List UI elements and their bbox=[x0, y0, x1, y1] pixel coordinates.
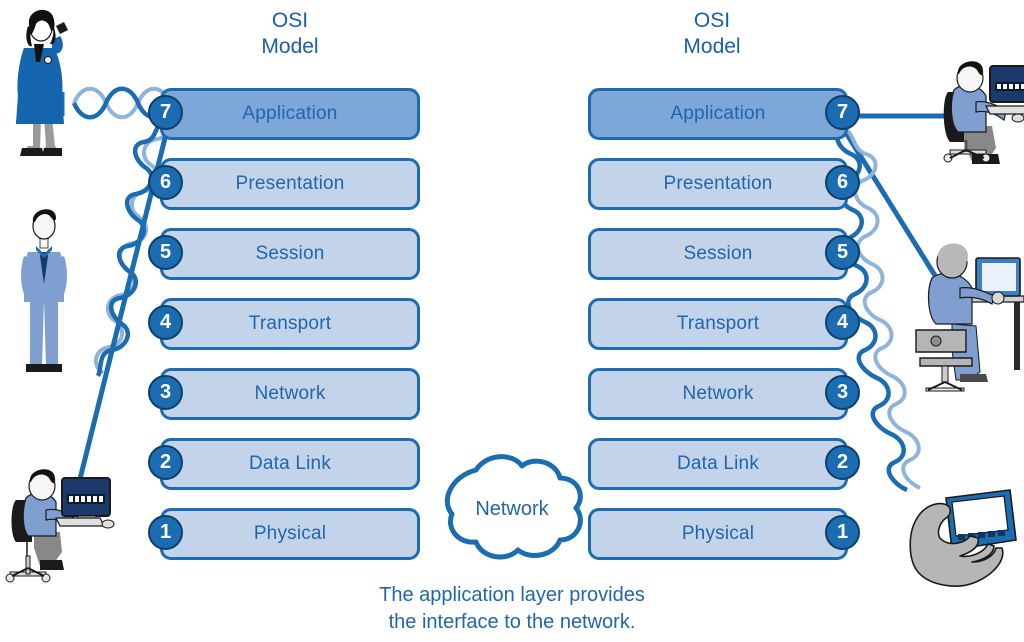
osi-layer-box-application[interactable]: Application bbox=[588, 88, 848, 140]
figure-woman-on-phone bbox=[16, 9, 68, 156]
osi-layer-box-network[interactable]: Network bbox=[588, 368, 848, 420]
osi-layer-number-badge: 6 bbox=[148, 165, 183, 200]
osi-layer-row-right-3[interactable]: Network 3 bbox=[588, 368, 860, 420]
osi-layer-label: Physical bbox=[681, 523, 755, 544]
osi-layer-label: Physical bbox=[253, 523, 327, 544]
osi-layer-row-right-7[interactable]: Application 7 bbox=[588, 88, 860, 140]
osi-layer-label: Application bbox=[242, 103, 338, 124]
osi-stack-left: Application 7 Presentation 6 Session 5 Transpo… bbox=[148, 88, 420, 566]
osi-layer-number-badge: 1 bbox=[825, 515, 860, 550]
figure-person-at-desktop-left bbox=[5, 469, 115, 583]
page-title-left: OSI Model bbox=[261, 9, 319, 58]
osi-layer-label: Data Link bbox=[248, 453, 332, 474]
osi-layer-label: Transport bbox=[248, 313, 332, 334]
osi-layer-label: Session bbox=[255, 243, 325, 264]
osi-layer-row-right-1[interactable]: Physical 1 bbox=[588, 508, 860, 560]
osi-layer-label: Presentation bbox=[235, 173, 345, 194]
osi-layer-label: Application bbox=[670, 103, 766, 124]
figure-person-at-desktop-right bbox=[943, 61, 1024, 164]
osi-layer-number-badge: 4 bbox=[148, 305, 183, 340]
osi-layer-box-physical[interactable]: Physical bbox=[160, 508, 420, 560]
osi-layer-row-left-3[interactable]: Network 3 bbox=[148, 368, 420, 420]
osi-layer-row-left-6[interactable]: Presentation 6 bbox=[148, 158, 420, 210]
osi-layer-row-right-6[interactable]: Presentation 6 bbox=[588, 158, 860, 210]
osi-layer-box-transport[interactable]: Transport bbox=[588, 298, 848, 350]
osi-layer-row-right-4[interactable]: Transport 4 bbox=[588, 298, 860, 350]
osi-layer-box-physical[interactable]: Physical bbox=[588, 508, 848, 560]
osi-layer-label: Presentation bbox=[663, 173, 773, 194]
network-cloud-label: Network bbox=[475, 498, 549, 520]
osi-layer-label: Session bbox=[683, 243, 753, 264]
osi-layer-number-badge: 5 bbox=[148, 235, 183, 270]
osi-layer-box-presentation[interactable]: Presentation bbox=[588, 158, 848, 210]
osi-layer-number-badge: 6 bbox=[825, 165, 860, 200]
osi-layer-number-badge: 2 bbox=[148, 445, 183, 480]
figure-person-at-desk-right bbox=[915, 243, 1024, 392]
osi-layer-label: Transport bbox=[676, 313, 760, 334]
osi-layer-box-application[interactable]: Application bbox=[160, 88, 420, 140]
osi-layer-row-left-1[interactable]: Physical 1 bbox=[148, 508, 420, 560]
osi-layer-box-presentation[interactable]: Presentation bbox=[160, 158, 420, 210]
osi-layer-label: Network bbox=[254, 383, 326, 404]
osi-layer-number-badge: 7 bbox=[148, 95, 183, 130]
osi-layer-label: Data Link bbox=[676, 453, 760, 474]
osi-layer-row-left-5[interactable]: Session 5 bbox=[148, 228, 420, 280]
osi-layer-box-session[interactable]: Session bbox=[160, 228, 420, 280]
osi-layer-number-badge: 3 bbox=[148, 375, 183, 410]
diagram-caption: The application layer provides the inter… bbox=[379, 584, 645, 633]
osi-layer-row-left-7[interactable]: Application 7 bbox=[148, 88, 420, 140]
osi-layer-number-badge: 4 bbox=[825, 305, 860, 340]
osi-layer-box-data-link[interactable]: Data Link bbox=[588, 438, 848, 490]
osi-layer-box-data-link[interactable]: Data Link bbox=[160, 438, 420, 490]
osi-model-diagram: OSI Model OSI Model Application 7 Presenta… bbox=[0, 0, 1024, 642]
osi-layer-row-right-2[interactable]: Data Link 2 bbox=[588, 438, 860, 490]
figure-hand-with-pda bbox=[909, 489, 1017, 587]
osi-layer-box-transport[interactable]: Transport bbox=[160, 298, 420, 350]
osi-layer-row-left-4[interactable]: Transport 4 bbox=[148, 298, 420, 350]
osi-layer-number-badge: 1 bbox=[148, 515, 183, 550]
osi-stack-right: Application 7 Presentation 6 Session 5 Transpo… bbox=[588, 88, 860, 566]
osi-layer-row-right-5[interactable]: Session 5 bbox=[588, 228, 860, 280]
osi-layer-number-badge: 2 bbox=[825, 445, 860, 480]
figure-man-standing bbox=[21, 209, 67, 372]
osi-layer-number-badge: 3 bbox=[825, 375, 860, 410]
page-title-right: OSI Model bbox=[683, 9, 741, 58]
osi-layer-box-network[interactable]: Network bbox=[160, 368, 420, 420]
osi-layer-label: Network bbox=[682, 383, 754, 404]
osi-layer-number-badge: 7 bbox=[825, 95, 860, 130]
osi-layer-box-session[interactable]: Session bbox=[588, 228, 848, 280]
network-cloud: Network bbox=[438, 452, 586, 567]
osi-layer-row-left-2[interactable]: Data Link 2 bbox=[148, 438, 420, 490]
osi-layer-number-badge: 5 bbox=[825, 235, 860, 270]
